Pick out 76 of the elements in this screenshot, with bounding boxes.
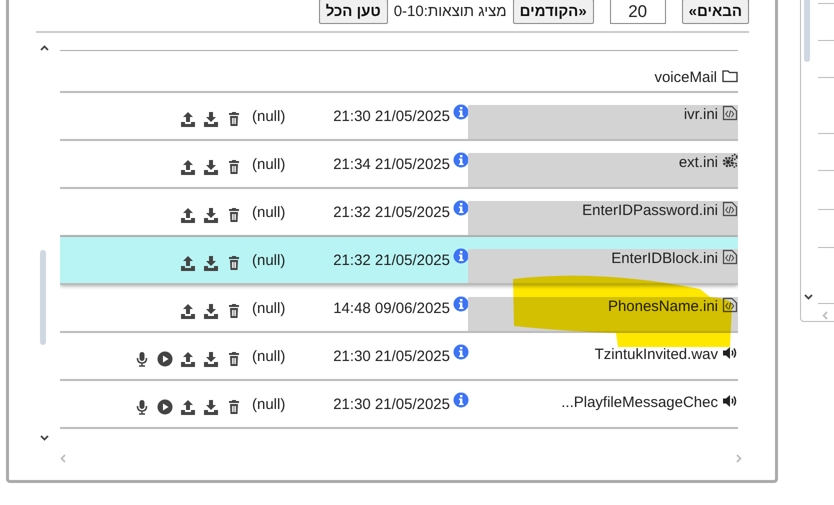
file-name: EnterIDPassword.ini bbox=[582, 201, 718, 219]
owner-text: (null) bbox=[251, 299, 286, 319]
trash-icon[interactable] bbox=[226, 159, 242, 175]
file-name: PhonesName.ini bbox=[608, 297, 718, 315]
play-icon[interactable] bbox=[157, 399, 173, 415]
upload-icon[interactable] bbox=[180, 351, 196, 367]
info-icon bbox=[453, 152, 469, 168]
load-all-button[interactable]: טען הכל bbox=[318, 0, 388, 24]
owner-text: (null) bbox=[251, 395, 286, 415]
info-icon bbox=[453, 200, 469, 216]
trash-icon[interactable] bbox=[226, 399, 242, 415]
download-icon[interactable] bbox=[203, 399, 219, 415]
info-icon bbox=[453, 344, 469, 360]
caret-down-icon[interactable] bbox=[804, 294, 813, 300]
trash-icon[interactable] bbox=[226, 111, 242, 127]
modified-date: 21:32 21/05/2025 bbox=[332, 203, 450, 223]
owner-text: (null) bbox=[251, 107, 286, 127]
scrollbar-thumb[interactable] bbox=[804, 0, 810, 62]
trash-icon[interactable] bbox=[226, 255, 242, 271]
code-file-icon bbox=[722, 249, 738, 265]
microphone-icon[interactable] bbox=[134, 399, 150, 415]
upload-icon[interactable] bbox=[180, 303, 196, 319]
download-icon[interactable] bbox=[203, 255, 219, 271]
file-row[interactable]: (null) 21:32 21/05/2025 EnterIDBlock.ini bbox=[60, 237, 738, 285]
download-icon[interactable] bbox=[203, 159, 219, 175]
upload-icon[interactable] bbox=[180, 159, 196, 175]
upload-icon[interactable] bbox=[180, 255, 196, 271]
owner-text: (null) bbox=[251, 347, 286, 367]
file-row[interactable]: (null) 21:34 21/05/2025 ext.ini bbox=[60, 141, 738, 189]
upload-icon[interactable] bbox=[180, 207, 196, 223]
info-icon bbox=[453, 392, 469, 408]
code-file-icon bbox=[722, 105, 738, 121]
owner-text: (null) bbox=[251, 251, 286, 271]
results-label: מציג תוצאות:0-10 bbox=[394, 3, 507, 20]
microphone-icon[interactable] bbox=[134, 351, 150, 367]
file-name: ...PlayfileMessageChec bbox=[561, 393, 718, 411]
trash-icon[interactable] bbox=[226, 351, 242, 367]
folder-row[interactable]: voiceMail bbox=[60, 51, 738, 93]
modified-date: 21:30 21/05/2025 bbox=[332, 395, 450, 415]
info-icon bbox=[453, 296, 469, 312]
download-icon[interactable] bbox=[203, 303, 219, 319]
modified-date: 21:32 21/05/2025 bbox=[332, 251, 450, 271]
download-icon[interactable] bbox=[203, 111, 219, 127]
scrollbar-thumb[interactable] bbox=[40, 250, 46, 345]
info-icon bbox=[453, 248, 469, 264]
play-icon[interactable] bbox=[157, 351, 173, 367]
file-name: TzintukInvited.wav bbox=[594, 345, 718, 363]
modified-date: 21:30 21/05/2025 bbox=[332, 107, 450, 127]
modified-date: 14:48 09/06/2025 bbox=[332, 299, 450, 319]
owner-text: (null) bbox=[251, 203, 286, 223]
file-row[interactable]: (null) 21:30 21/05/2025 ...PlayfileMessageChec bbox=[60, 381, 738, 429]
page-size-field[interactable]: 20 bbox=[610, 0, 666, 24]
caret-down-icon[interactable] bbox=[40, 435, 49, 441]
gears-icon bbox=[722, 153, 738, 169]
file-name: ivr.ini bbox=[684, 105, 718, 123]
trash-icon[interactable] bbox=[226, 303, 242, 319]
file-row[interactable]: (null) 21:30 21/05/2025 ivr.ini bbox=[60, 93, 738, 141]
upload-icon[interactable] bbox=[180, 399, 196, 415]
file-name: EnterIDBlock.ini bbox=[611, 249, 718, 267]
previous-button[interactable]: הקודמים» bbox=[512, 0, 594, 24]
upload-icon[interactable] bbox=[180, 111, 196, 127]
code-file-icon bbox=[722, 201, 738, 217]
trash-icon[interactable] bbox=[226, 207, 242, 223]
download-icon[interactable] bbox=[203, 351, 219, 367]
download-icon[interactable] bbox=[203, 207, 219, 223]
file-name: ext.ini bbox=[678, 153, 718, 171]
owner-text: (null) bbox=[251, 155, 286, 175]
caret-up-icon[interactable] bbox=[40, 45, 49, 51]
next-button[interactable]: «הבאים bbox=[682, 0, 749, 24]
info-icon bbox=[453, 104, 469, 120]
folder-name: voiceMail bbox=[654, 68, 717, 86]
speaker-icon bbox=[722, 393, 738, 409]
modified-date: 21:34 21/05/2025 bbox=[332, 155, 450, 175]
modified-date: 21:30 21/05/2025 bbox=[332, 347, 450, 367]
speaker-icon bbox=[722, 345, 738, 361]
folder-icon bbox=[722, 68, 738, 84]
